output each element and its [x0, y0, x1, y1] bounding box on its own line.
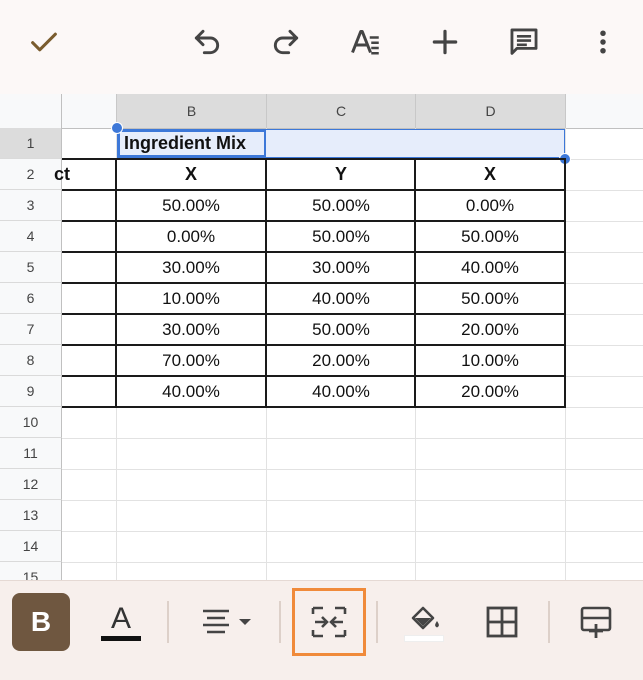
toolbar-divider — [167, 601, 169, 643]
table-cell[interactable]: 50.00% — [416, 221, 564, 252]
row-header-7[interactable]: 7 — [0, 314, 62, 345]
cell-c2-header[interactable]: Y — [267, 159, 415, 190]
row-header-13[interactable]: 13 — [0, 500, 62, 531]
add-icon[interactable] — [425, 22, 465, 62]
row-header-5[interactable]: 5 — [0, 252, 62, 283]
grid-line — [62, 438, 643, 439]
table-cell[interactable]: 50.00% — [267, 190, 415, 221]
grid-line — [62, 531, 643, 532]
row-header-4[interactable]: 4 — [0, 221, 62, 252]
fill-color-icon — [411, 606, 439, 629]
row-header-12[interactable]: 12 — [0, 469, 62, 500]
text-format-icon[interactable] — [346, 22, 386, 62]
row-header-1[interactable]: 1 — [0, 128, 62, 159]
merge-cells-button[interactable] — [300, 593, 358, 651]
table-cell[interactable]: 40.00% — [117, 376, 265, 407]
toolbar-divider — [279, 601, 281, 643]
borders-icon — [486, 606, 518, 638]
column-header-b[interactable]: B — [117, 94, 267, 128]
select-all-corner[interactable] — [0, 94, 62, 128]
row-header-8[interactable]: 8 — [0, 345, 62, 376]
check-icon[interactable] — [24, 22, 64, 62]
comment-icon[interactable] — [504, 22, 544, 62]
redo-icon[interactable] — [266, 22, 306, 62]
column-header-e[interactable]: E — [566, 94, 643, 128]
column-header-a[interactable] — [62, 94, 117, 128]
table-cell[interactable]: 70.00% — [117, 345, 265, 376]
align-button[interactable] — [192, 593, 262, 651]
cell-d2-header[interactable]: X — [416, 159, 564, 190]
text-color-button[interactable]: A — [94, 593, 148, 651]
fill-color-swatch — [404, 634, 444, 642]
toolbar-divider — [376, 601, 378, 643]
grid-line — [62, 500, 643, 501]
spreadsheet-grid[interactable]: B C D E 1 2 3 4 5 6 7 8 9 10 11 12 13 14… — [0, 94, 643, 580]
row-header-14[interactable]: 14 — [0, 531, 62, 562]
table-cell[interactable]: 0.00% — [416, 190, 564, 221]
insert-row-icon — [580, 606, 612, 638]
row-header-11[interactable]: 11 — [0, 438, 62, 469]
row-header-3[interactable]: 3 — [0, 190, 62, 221]
table-cell[interactable]: 50.00% — [416, 283, 564, 314]
fill-color-button[interactable] — [398, 593, 450, 651]
top-app-bar — [0, 0, 643, 94]
table-cell[interactable]: 40.00% — [267, 283, 415, 314]
selection-handle-top-left[interactable] — [111, 122, 123, 134]
table-cell[interactable]: 50.00% — [267, 314, 415, 345]
table-cell[interactable]: 10.00% — [416, 345, 564, 376]
bold-button[interactable]: B — [12, 593, 70, 651]
merge-cells-icon — [311, 606, 347, 638]
toolbar-divider — [548, 601, 550, 643]
align-icon — [203, 609, 251, 634]
text-color-icon: A — [110, 601, 131, 635]
column-header-d[interactable]: D — [416, 94, 566, 128]
table-cell[interactable]: 50.00% — [117, 190, 265, 221]
undo-icon[interactable] — [187, 22, 227, 62]
row-header-6[interactable]: 6 — [0, 283, 62, 314]
table-cell[interactable]: 30.00% — [117, 252, 265, 283]
cell-a2-partial[interactable]: ct — [48, 159, 116, 190]
row-header-15[interactable]: 15 — [0, 562, 62, 580]
grid-line — [62, 562, 643, 563]
borders-button[interactable] — [474, 593, 530, 651]
table-cell[interactable]: 40.00% — [416, 252, 564, 283]
table-cell[interactable]: 30.00% — [117, 314, 265, 345]
cell-b1-title[interactable]: Ingredient Mix — [124, 129, 246, 158]
table-cell[interactable]: 20.00% — [416, 314, 564, 345]
insert-row-button[interactable] — [568, 593, 624, 651]
table-cell[interactable]: 20.00% — [416, 376, 564, 407]
text-color-swatch — [101, 635, 141, 641]
table-cell[interactable]: 40.00% — [267, 376, 415, 407]
table-cell[interactable]: 50.00% — [267, 221, 415, 252]
table-cell[interactable]: 30.00% — [267, 252, 415, 283]
row-header-9[interactable]: 9 — [0, 376, 62, 407]
table-cell[interactable]: 10.00% — [117, 283, 265, 314]
table-cell[interactable]: 20.00% — [267, 345, 415, 376]
grid-line — [62, 469, 643, 470]
cell-b2-header[interactable]: X — [117, 159, 265, 190]
column-header-c[interactable]: C — [267, 94, 416, 128]
format-toolbar: B A — [0, 580, 643, 663]
bottom-bar-footer — [0, 662, 643, 680]
table-border — [564, 158, 566, 408]
table-cell[interactable]: 0.00% — [117, 221, 265, 252]
more-vert-icon[interactable] — [583, 22, 623, 62]
row-header-10[interactable]: 10 — [0, 407, 62, 438]
